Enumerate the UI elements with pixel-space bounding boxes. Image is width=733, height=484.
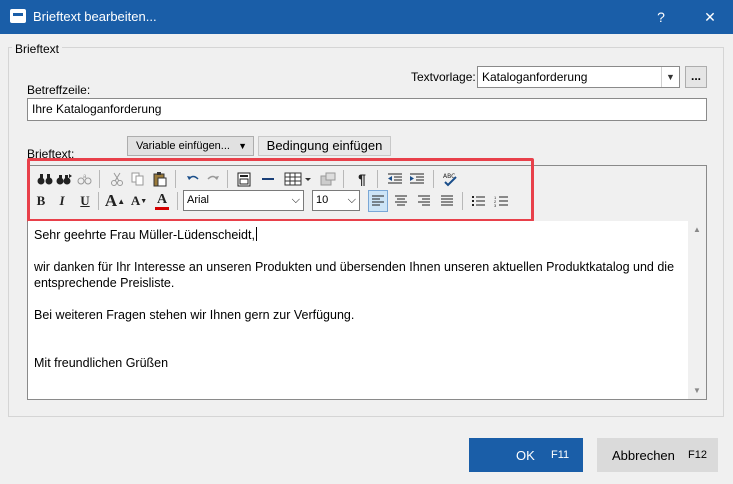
- insert-condition-button[interactable]: Bedingung einfügen: [258, 136, 391, 156]
- toolbar-row-1: a ¶ ABC: [35, 168, 525, 190]
- spellcheck-icon[interactable]: ABC: [440, 168, 460, 190]
- find-icon[interactable]: [35, 168, 55, 190]
- italic-icon[interactable]: I: [52, 190, 72, 212]
- paragraph-1: wir danken für Ihr Interesse an unseren …: [34, 260, 675, 290]
- grow-font-icon[interactable]: A ▲: [105, 190, 125, 212]
- text-cursor: [255, 227, 257, 241]
- toolbar-separator: [98, 192, 99, 210]
- template-select[interactable]: Kataloganforderung ▼: [477, 66, 680, 88]
- toolbar-separator: [433, 170, 434, 188]
- insert-variable-label: Variable einfügen...: [136, 140, 230, 152]
- toolbar-separator: [343, 170, 344, 188]
- find-next-icon[interactable]: [54, 168, 74, 190]
- redo-icon[interactable]: [203, 168, 223, 190]
- paragraph-marks-icon[interactable]: ¶: [352, 168, 372, 190]
- close-button[interactable]: ✕: [687, 0, 733, 34]
- scroll-up-icon[interactable]: ▲: [688, 221, 706, 238]
- toolbar-separator: [227, 170, 228, 188]
- paragraph-2: Bei weiteren Fragen stehen wir Ihnen ger…: [34, 308, 355, 322]
- chevron-down-icon: ⌵: [347, 194, 356, 206]
- indent-icon[interactable]: [407, 168, 427, 190]
- template-more-button[interactable]: ...: [685, 66, 707, 88]
- svg-text:a: a: [83, 174, 87, 180]
- ok-shortcut: F11: [551, 449, 570, 461]
- shrink-font-icon[interactable]: A ▼: [129, 190, 149, 212]
- scroll-down-icon[interactable]: ▼: [688, 382, 706, 399]
- font-family-select[interactable]: Arial ⌵: [183, 190, 304, 211]
- replace-icon[interactable]: a: [75, 168, 95, 190]
- toolbar-separator: [462, 192, 463, 210]
- cancel-label: Abbrechen: [612, 448, 675, 463]
- salutation-text: Sehr geehrte Frau Müller-Lüdenscheidt,: [34, 228, 255, 242]
- svg-text:3: 3: [494, 203, 497, 208]
- toolbar-separator: [377, 170, 378, 188]
- table-icon[interactable]: [283, 168, 313, 190]
- underline-icon[interactable]: U: [75, 190, 95, 212]
- subject-input[interactable]: Ihre Kataloganforderung: [27, 98, 707, 121]
- numbered-list-icon[interactable]: 123: [491, 190, 511, 212]
- copy-icon[interactable]: [128, 168, 148, 190]
- font-color-icon[interactable]: A: [152, 190, 172, 212]
- font-family-value: Arial: [187, 194, 210, 206]
- font-size-value: 10: [316, 194, 329, 206]
- chevron-down-icon: ▼: [661, 67, 679, 87]
- table-properties-icon[interactable]: [318, 168, 338, 190]
- toolbar-row-2: B I U A ▲ A ▼ A Arial ⌵ 10 ⌵ 123: [35, 190, 525, 212]
- toolbar-separator: [99, 170, 100, 188]
- app-icon: [10, 9, 26, 23]
- bullet-list-icon[interactable]: [468, 190, 488, 212]
- ok-button[interactable]: OK F11: [469, 438, 583, 472]
- caret-down-icon: ▼: [238, 141, 247, 151]
- ok-label: OK: [516, 448, 535, 463]
- body-label: Brieftext:: [27, 147, 75, 161]
- paste-icon[interactable]: [150, 168, 170, 190]
- align-justify-icon[interactable]: [437, 190, 457, 212]
- template-label: Textvorlage:: [411, 70, 476, 84]
- window-title: Brieftext bearbeiten...: [33, 9, 157, 24]
- undo-icon[interactable]: [183, 168, 203, 190]
- editor-scrollbar[interactable]: ▲ ▼: [688, 221, 706, 399]
- toolbar-separator: [175, 170, 176, 188]
- help-button[interactable]: ?: [638, 0, 684, 34]
- template-value: Kataloganforderung: [482, 70, 588, 84]
- toolbar-separator: [177, 192, 178, 210]
- cancel-shortcut: F12: [688, 449, 707, 461]
- insert-variable-button[interactable]: Variable einfügen... ▼: [127, 136, 254, 156]
- closing-text: Mit freundlichen Grüßen: [34, 356, 169, 370]
- title-bar: Brieftext bearbeiten... ? ✕: [0, 0, 733, 34]
- align-left-icon[interactable]: [368, 190, 388, 212]
- letter-body-editor[interactable]: Sehr geehrte Frau Müller-Lüdenscheidt, w…: [28, 221, 689, 399]
- align-right-icon[interactable]: [414, 190, 434, 212]
- align-center-icon[interactable]: [391, 190, 411, 212]
- subject-label: Betreffzeile:: [27, 83, 91, 97]
- group-legend: Brieftext: [12, 42, 63, 56]
- page-layout-icon[interactable]: [234, 168, 254, 190]
- bold-icon[interactable]: B: [31, 190, 51, 212]
- horizontal-line-icon[interactable]: [258, 168, 278, 190]
- font-size-select[interactable]: 10 ⌵: [312, 190, 360, 211]
- chevron-down-icon: ⌵: [291, 194, 300, 206]
- outdent-icon[interactable]: [385, 168, 405, 190]
- cancel-button[interactable]: Abbrechen F12: [597, 438, 718, 472]
- cut-icon[interactable]: [107, 168, 127, 190]
